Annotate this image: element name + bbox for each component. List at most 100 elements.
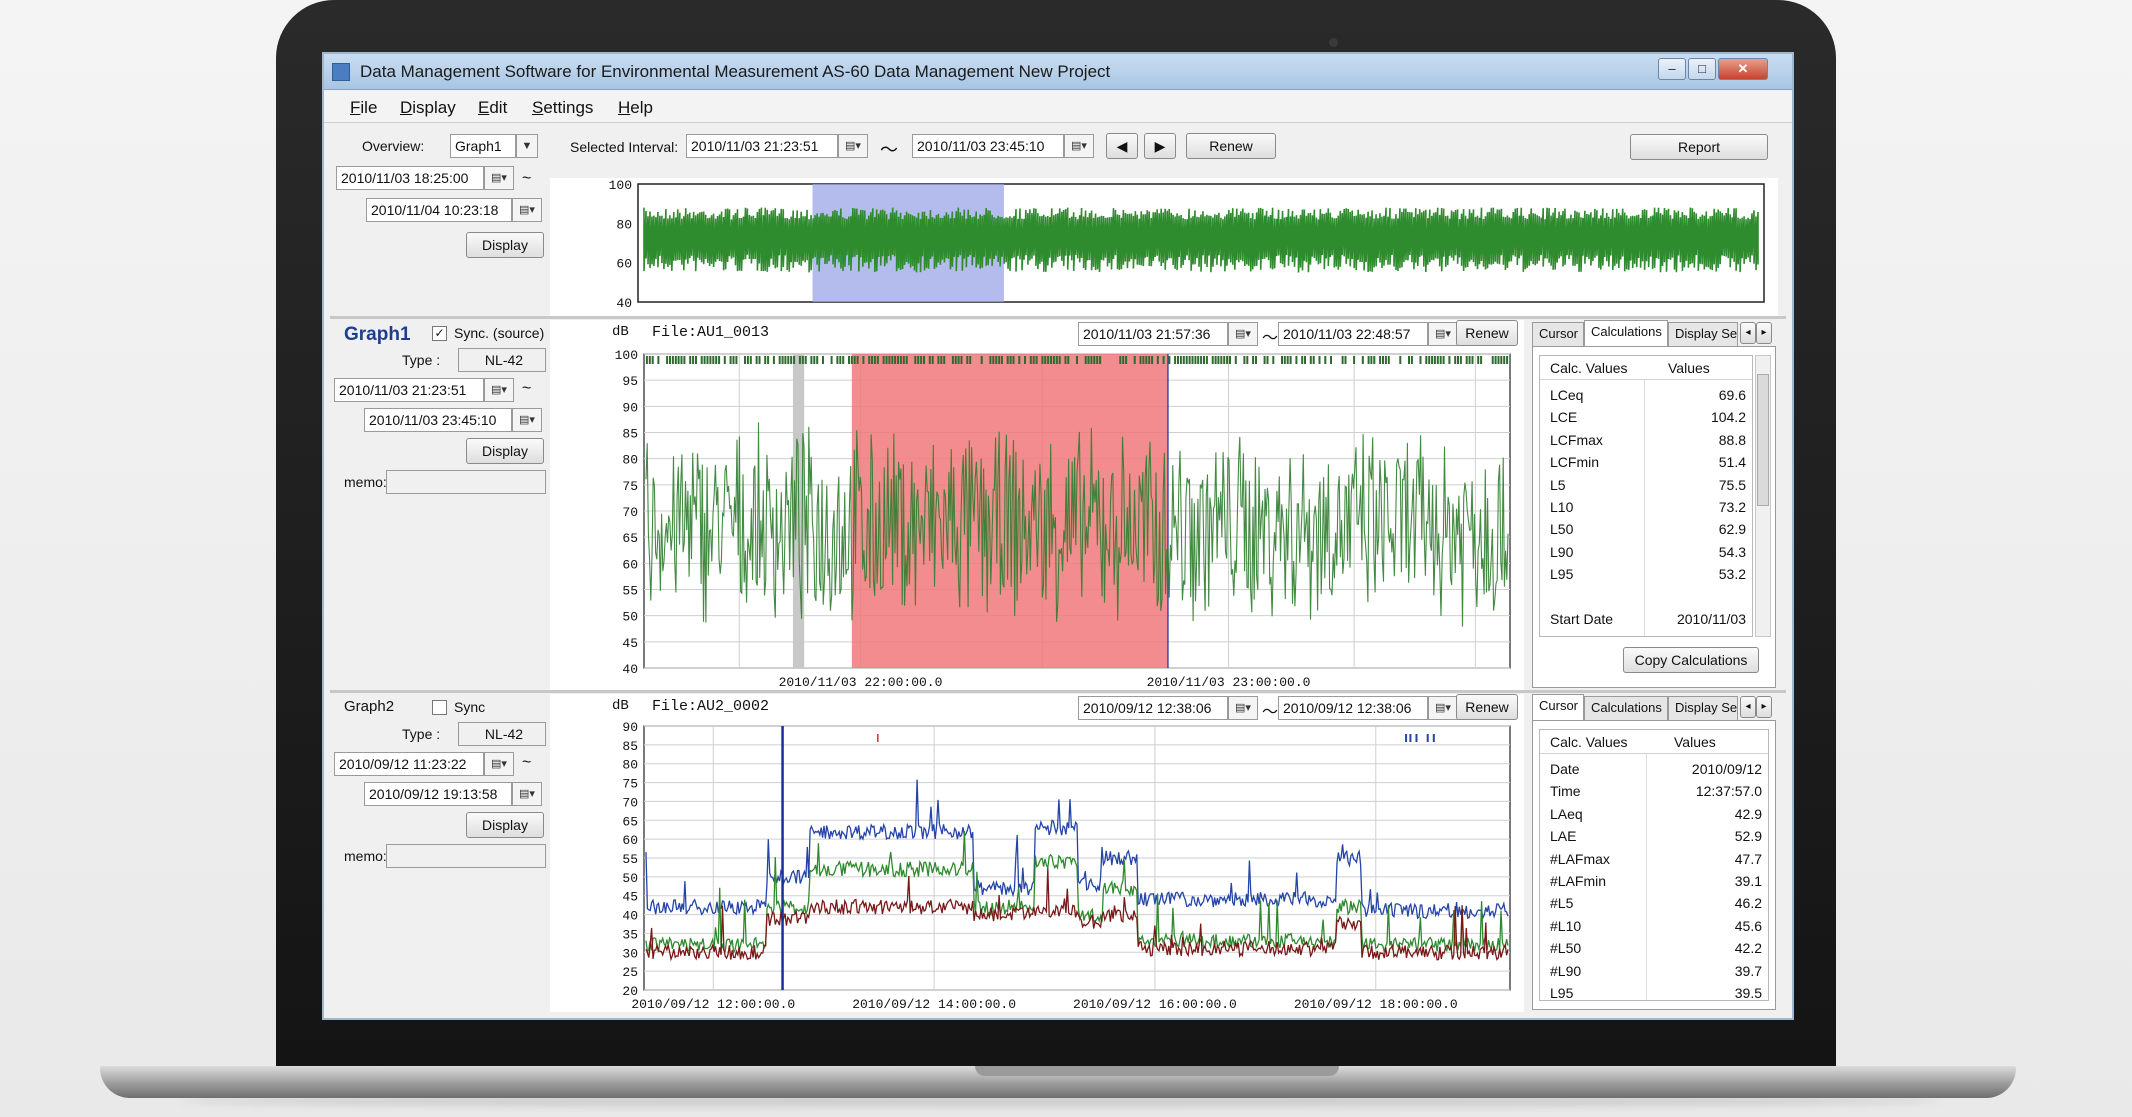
graph1-tab-scroll-right[interactable]: ▸ (1756, 322, 1772, 344)
graph1-row: L90 54.3 (1540, 541, 1752, 563)
graph1-sync-checkbox[interactable]: ✓ (432, 326, 447, 341)
graph2-row-value: 42.2 (1734, 940, 1762, 957)
graph1-scroll-thumb[interactable] (1757, 374, 1769, 506)
graph1-row-value: 73.2 (1718, 499, 1746, 515)
graph1-range-from-input[interactable]: 2010/11/03 21:57:36 (1078, 322, 1228, 346)
graph1-calc-scrollbar[interactable] (1755, 355, 1771, 637)
graph2-memo-input[interactable] (386, 844, 546, 868)
interval-tilde: 〜 (880, 140, 898, 160)
graph1-tab-cursor[interactable]: Cursor (1532, 322, 1584, 346)
graph2-range-tilde: 〜 (1262, 704, 1279, 721)
graph2-range-to-input[interactable]: 2010/09/12 12:38:06 (1278, 696, 1428, 720)
graph2-ytick-label: 85 (622, 739, 638, 754)
laptop-base (100, 1066, 2016, 1098)
graph2-row-value: 39.5 (1734, 985, 1762, 1001)
section-divider (330, 316, 1786, 319)
graph2-tab-scroll-right[interactable]: ▸ (1756, 696, 1772, 718)
graph1-range-to-input[interactable]: 2010/11/03 22:48:57 (1278, 322, 1428, 346)
graph1-to-input[interactable]: 2010/11/03 23:45:10 (364, 408, 512, 432)
graph2-header-value: Values (1674, 734, 1716, 750)
graph2-tab-scroll-left[interactable]: ◂ (1740, 696, 1756, 718)
graph2-tab-calculations[interactable]: Calculations (1584, 696, 1668, 720)
graph1-tab-scroll-left[interactable]: ◂ (1740, 322, 1756, 344)
graph2-ytick-label: 70 (622, 795, 638, 810)
overview-to-calendar-icon[interactable]: ▤▾ (512, 198, 542, 222)
graph2-sync-checkbox[interactable] (432, 700, 447, 715)
menu-edit[interactable]: Edit (478, 98, 507, 118)
graph1-renew-button[interactable]: Renew (1456, 320, 1518, 346)
graph1-row-name: L95 (1550, 566, 1574, 583)
interval-to-input[interactable]: 2010/11/03 23:45:10 (912, 134, 1064, 158)
graph1-from-calendar-icon[interactable]: ▤▾ (484, 378, 514, 402)
graph2-row: #L10 45.6 (1540, 915, 1768, 937)
overview-select[interactable]: Graph1 (450, 134, 516, 158)
graph2-from-calendar-icon[interactable]: ▤▾ (484, 752, 514, 776)
overview-from-input[interactable]: 2010/11/03 18:25:00 (336, 166, 484, 190)
next-interval-button[interactable]: ▶ (1144, 133, 1176, 159)
interval-from-calendar-icon[interactable]: ▤▾ (838, 134, 868, 158)
menu-help[interactable]: Help (618, 98, 653, 118)
overview-from-calendar-icon[interactable]: ▤▾ (484, 166, 514, 190)
graph2-row: Date 2010/09/12 (1540, 758, 1768, 780)
graph1-from-input[interactable]: 2010/11/03 21:23:51 (334, 378, 484, 402)
graph1-tab-calculations[interactable]: Calculations (1584, 320, 1668, 346)
graph2-from-input[interactable]: 2010/09/12 11:23:22 (334, 752, 484, 776)
graph2-ytick-label: 35 (622, 927, 638, 942)
close-button[interactable]: ✕ (1718, 58, 1768, 80)
overview-select-arrow[interactable]: ▼ (516, 134, 538, 158)
graph1-row-name: L50 (1550, 521, 1574, 538)
graph1-ytick-label: 60 (622, 557, 638, 572)
graph2-ytick-label: 50 (622, 871, 638, 886)
graph2-tilde: ~ (522, 754, 532, 771)
report-button[interactable]: Report (1630, 134, 1768, 160)
graph1-xtick-label: 2010/11/03 22:00:00.0 (779, 675, 943, 690)
graph1-ytick-label: 70 (622, 505, 638, 520)
overview-controls: Overview: Graph1 ▼ 2010/11/03 18:25:00 ▤… (332, 126, 550, 314)
app-icon (332, 63, 350, 81)
overview-to-input[interactable]: 2010/11/04 10:23:18 (366, 198, 512, 222)
graph2-to-input[interactable]: 2010/09/12 19:13:58 (364, 782, 512, 806)
graph2-range-from-calendar-icon[interactable]: ▤▾ (1228, 696, 1258, 720)
graph2-calc-table: Calc. Values Values Date 2010/09/12 Time 12… (1539, 729, 1769, 1001)
graph1-range-from-calendar-icon[interactable]: ▤▾ (1228, 322, 1258, 346)
graph2-ytick-label: 90 (622, 720, 638, 735)
interval-renew-button[interactable]: Renew (1186, 133, 1276, 159)
graph1-row: LCE 104.2 (1540, 406, 1752, 428)
overview-chart[interactable]: 100 80 60 40 (550, 178, 1778, 316)
graph1-display-button[interactable]: Display (466, 438, 544, 464)
graph2-calc-header: Calc. Values Values (1540, 730, 1768, 754)
graph2-tab-cursor[interactable]: Cursor (1532, 694, 1584, 720)
graph2-range-from-input[interactable]: 2010/09/12 12:38:06 (1078, 696, 1228, 720)
minimize-button[interactable]: – (1658, 58, 1686, 80)
graph1-chart[interactable]: 100 95 90 85 80 75 70 65 60 55 50 45 40 2010/11/03 22… (550, 320, 1524, 690)
graph1-ytick-label: 80 (622, 453, 638, 468)
graph1-row: L50 62.9 (1540, 518, 1752, 540)
graph2-row-value: 46.2 (1734, 895, 1762, 912)
graph2-renew-button[interactable]: Renew (1456, 694, 1518, 720)
menu-file[interactable]: File (350, 98, 377, 118)
graph1-row: L10 73.2 (1540, 496, 1752, 518)
graph2-ytick-label: 60 (622, 833, 638, 848)
graph1-range-to-calendar-icon[interactable]: ▤▾ (1428, 322, 1458, 346)
menu-display[interactable]: Display (400, 98, 456, 118)
graph1-memo-input[interactable] (386, 470, 546, 494)
maximize-button[interactable]: □ (1688, 58, 1716, 80)
graph2-tab-display-settings[interactable]: Display Se (1668, 696, 1738, 720)
graph1-row: L95 53.2 (1540, 563, 1752, 585)
graph1-tab-display-settings[interactable]: Display Se (1668, 322, 1738, 346)
graph1-controls: Graph1 ✓ Sync. (source) Type : NL-42 201… (332, 320, 550, 690)
menu-settings[interactable]: Settings (532, 98, 593, 118)
prev-interval-button[interactable]: ◀ (1106, 133, 1138, 159)
graph1-row-name: LCFmax (1550, 431, 1603, 448)
graph1-to-calendar-icon[interactable]: ▤▾ (512, 408, 542, 432)
graph2-to-calendar-icon[interactable]: ▤▾ (512, 782, 542, 806)
graph2-display-button[interactable]: Display (466, 812, 544, 838)
graph2-chart[interactable]: 9085807570656055504540353025202010/09/12… (550, 694, 1524, 1012)
interval-from-input[interactable]: 2010/11/03 21:23:51 (686, 134, 838, 158)
overview-display-button[interactable]: Display (466, 232, 544, 258)
graph2-range-to-calendar-icon[interactable]: ▤▾ (1428, 696, 1458, 720)
graph2-row: L95 39.5 (1540, 982, 1768, 1001)
copy-calculations-button[interactable]: Copy Calculations (1623, 647, 1759, 673)
graph2-xtick-label: 2010/09/12 12:00:00.0 (631, 997, 795, 1012)
interval-to-calendar-icon[interactable]: ▤▾ (1064, 134, 1094, 158)
